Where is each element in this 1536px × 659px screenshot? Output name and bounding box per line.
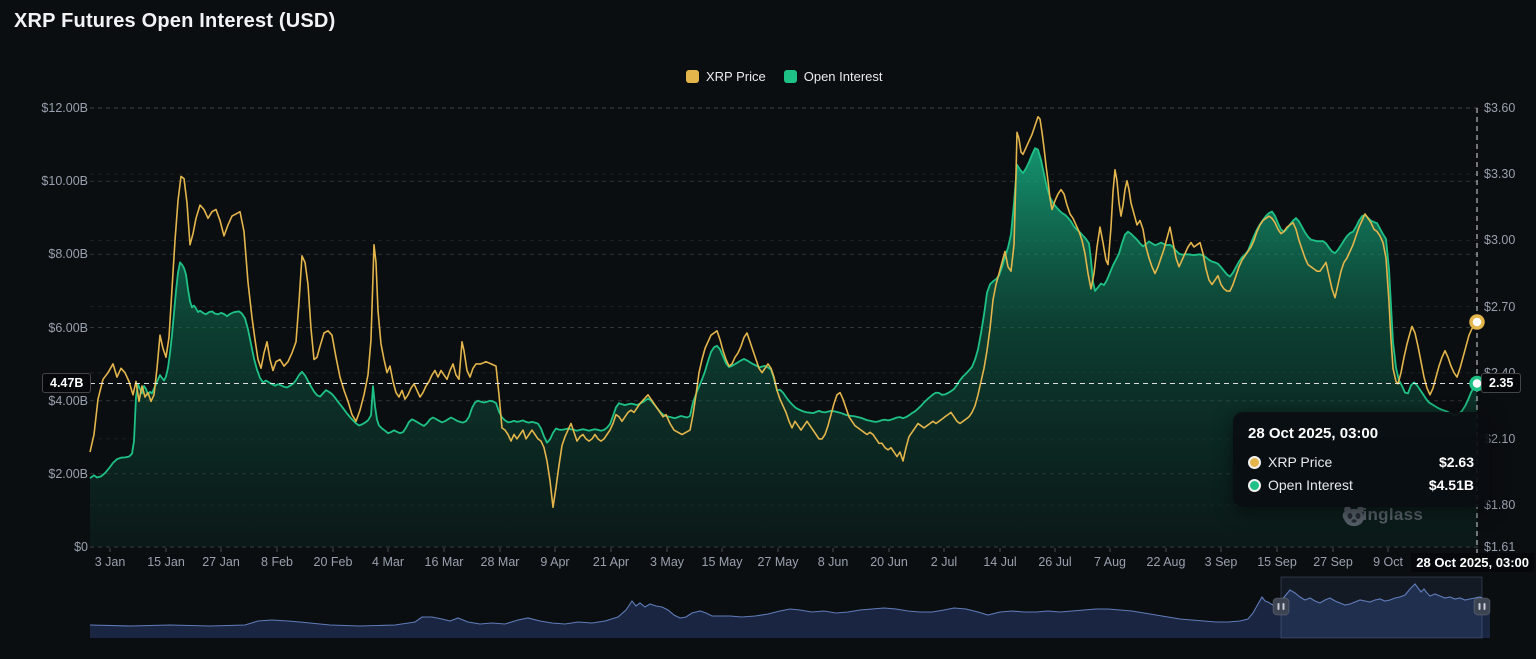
x-axis-label: 14 Jul — [983, 555, 1016, 569]
x-axis-label: 20 Jun — [870, 555, 908, 569]
tooltip-value: $4.51B — [1429, 477, 1474, 493]
navigator-selection[interactable] — [1281, 577, 1482, 638]
y-axis-right-label: $3.30 — [1484, 167, 1515, 181]
navigator-handle-right[interactable] — [1474, 598, 1490, 615]
navigator-handle-right-grip-icon — [1484, 603, 1486, 610]
navigator-handle-left-grip-icon — [1278, 603, 1280, 610]
crosshair-date-label: 28 Oct 2025, 03:00 — [1411, 553, 1534, 572]
x-axis-label: 2 Jul — [931, 555, 957, 569]
y-axis-right-label: $1.61 — [1484, 540, 1515, 554]
x-axis-label: 22 Aug — [1147, 555, 1186, 569]
x-axis-label: 8 Feb — [261, 555, 293, 569]
y-axis-left-label: $6.00B — [0, 321, 88, 335]
navigator-handle-right-grip-icon — [1479, 603, 1481, 610]
coinglass-watermark: coinglass — [1342, 505, 1423, 525]
price-dot-icon — [1248, 456, 1261, 469]
tooltip-value: $2.63 — [1439, 454, 1474, 470]
x-axis-label: 27 Sep — [1313, 555, 1353, 569]
tooltip-row-price: XRP Price $2.63 — [1248, 454, 1474, 470]
open-interest-dot-icon — [1248, 479, 1261, 492]
x-axis-label: 9 Apr — [540, 555, 569, 569]
x-axis-label: 27 Jan — [202, 555, 240, 569]
x-axis-label: 15 May — [702, 555, 743, 569]
x-axis-label: 28 Mar — [481, 555, 520, 569]
x-axis-label: 4 Mar — [372, 555, 404, 569]
tooltip-label: Open Interest — [1268, 477, 1353, 493]
x-axis-label: 3 Sep — [1205, 555, 1238, 569]
x-axis-label: 26 Jul — [1038, 555, 1071, 569]
y-axis-left-label: $10.00B — [0, 174, 88, 188]
y-axis-right-label: $3.60 — [1484, 101, 1515, 115]
x-axis-label: 8 Jun — [818, 555, 849, 569]
crosshair-left-badge: 4.47B — [42, 373, 91, 393]
navigator-handle-left-grip-icon — [1283, 603, 1285, 610]
tooltip-row-open-interest: Open Interest $4.51B — [1248, 477, 1474, 493]
price-marker — [1471, 316, 1483, 328]
y-axis-right-label: $3.00 — [1484, 233, 1515, 247]
x-axis-label: 21 Apr — [593, 555, 629, 569]
y-axis-left-label: $8.00B — [0, 247, 88, 261]
x-axis-label: 16 Mar — [425, 555, 464, 569]
x-axis-label: 27 May — [758, 555, 799, 569]
y-axis-left-label: $4.00B — [0, 394, 88, 408]
x-axis-label: 20 Feb — [314, 555, 353, 569]
y-axis-left-label: $12.00B — [0, 101, 88, 115]
y-axis-left-label: $0 — [0, 540, 88, 554]
y-axis-left-label: $2.00B — [0, 467, 88, 481]
oi-chart-page: XRP Futures Open Interest (USD) XRP Pric… — [0, 0, 1536, 659]
chart-tooltip: 28 Oct 2025, 03:00 XRP Price $2.63 Open … — [1233, 412, 1489, 507]
tooltip-label: XRP Price — [1268, 454, 1332, 470]
y-axis-right-label: $2.70 — [1484, 300, 1515, 314]
x-axis-label: 9 Oct — [1373, 555, 1403, 569]
x-axis-label: 15 Jan — [147, 555, 185, 569]
navigator-handle-left[interactable] — [1273, 598, 1289, 615]
x-axis-label: 3 Jan — [95, 555, 126, 569]
tooltip-date: 28 Oct 2025, 03:00 — [1248, 425, 1474, 442]
x-axis-label: 3 May — [650, 555, 684, 569]
y-axis-right-label: $1.80 — [1484, 498, 1515, 512]
x-axis-label: 15 Sep — [1257, 555, 1297, 569]
crosshair-right-badge: 2.35 — [1481, 373, 1521, 393]
x-axis-label: 7 Aug — [1094, 555, 1126, 569]
panda-logo-icon — [1342, 505, 1366, 527]
